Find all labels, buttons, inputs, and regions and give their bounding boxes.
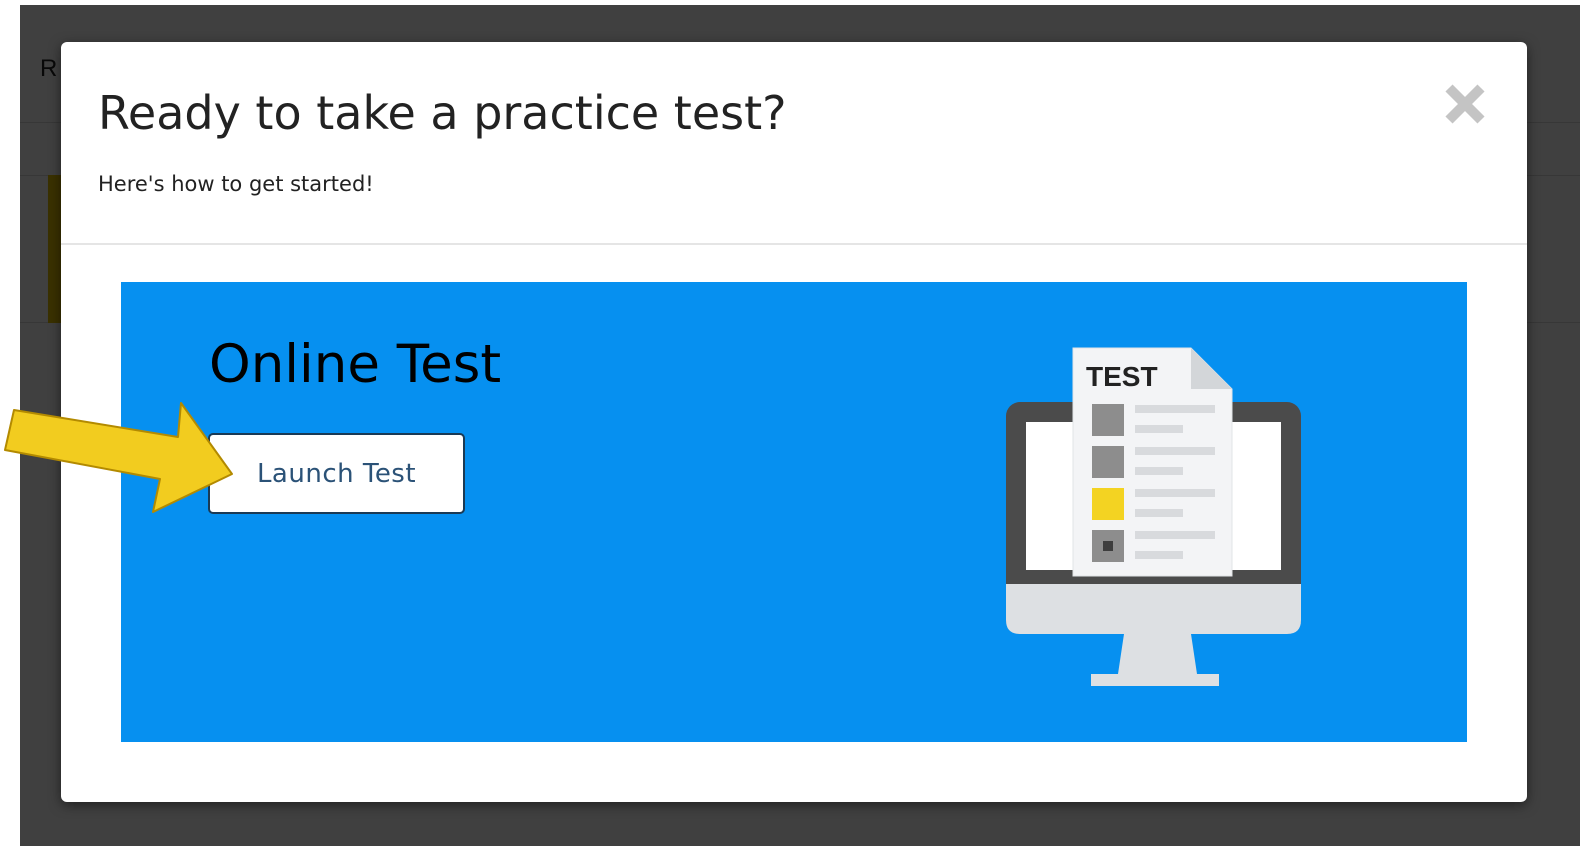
arrow-right-icon (4, 402, 233, 513)
text-line (1135, 467, 1183, 475)
close-icon (1445, 84, 1485, 124)
text-line (1135, 489, 1215, 497)
launch-test-button[interactable]: Launch Test (208, 433, 465, 514)
checkbox-icon (1092, 446, 1124, 478)
monitor-chin (1006, 584, 1301, 634)
modal-title: Ready to take a practice test? (98, 86, 787, 140)
monitor-stand (1118, 634, 1197, 674)
text-line (1135, 509, 1183, 517)
checkbox-icon (1092, 404, 1124, 436)
monitor-base (1091, 674, 1219, 686)
practice-test-modal: Ready to take a practice test? Here's ho… (61, 42, 1527, 802)
text-line (1135, 425, 1183, 433)
checkbox-mark (1103, 541, 1113, 551)
checkbox-icon (1092, 488, 1124, 520)
modal-subtitle: Here's how to get started! (98, 172, 374, 196)
close-button[interactable] (1439, 78, 1491, 130)
screenshot-frame (0, 0, 1580, 5)
banner-heading: Online Test (209, 334, 502, 395)
text-line (1135, 405, 1215, 413)
online-test-banner: Online Test Launch Test TEST (121, 282, 1467, 742)
computer-test-icon: TEST (1006, 347, 1301, 686)
modal-divider (61, 243, 1527, 245)
text-line (1135, 447, 1215, 455)
text-line (1135, 531, 1215, 539)
document-title: TEST (1086, 361, 1158, 392)
text-line (1135, 551, 1183, 559)
